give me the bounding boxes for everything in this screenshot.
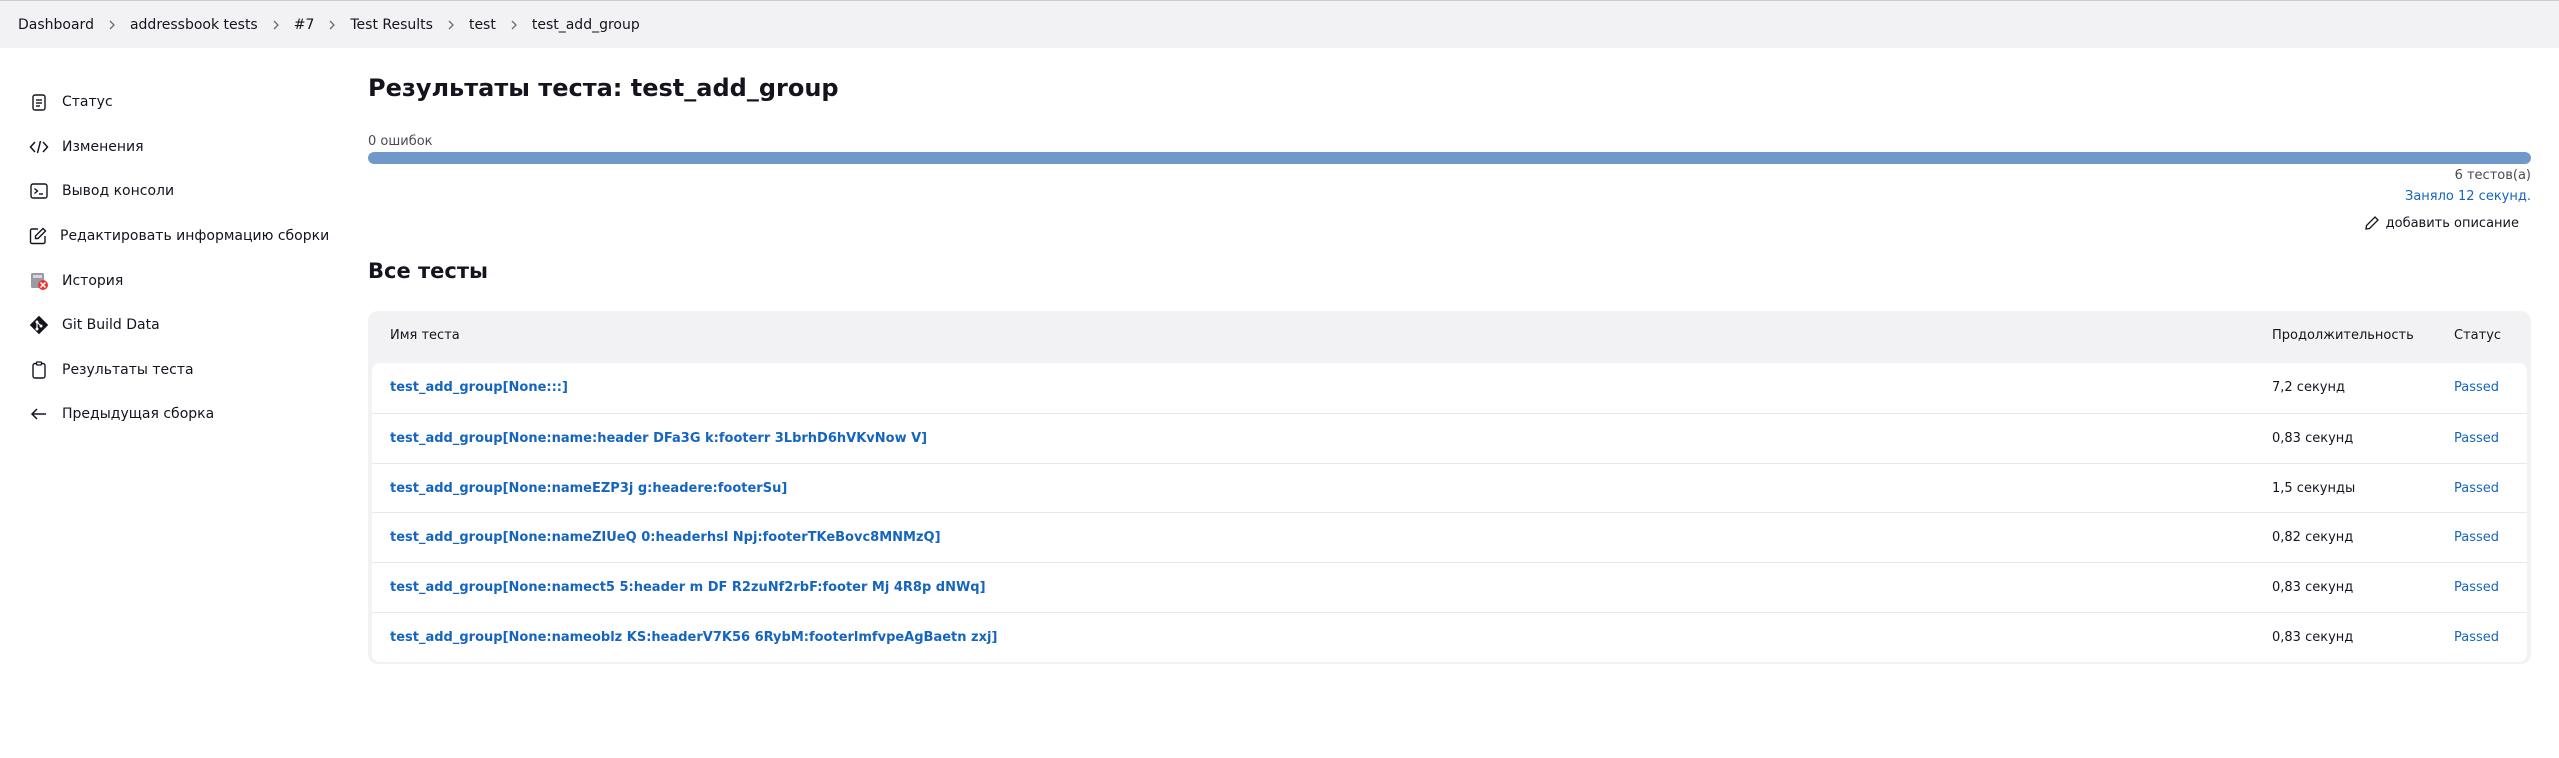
test-name-link[interactable]: test_add_group[None:nameEZP3j g:headere:… <box>390 464 787 514</box>
test-name-link[interactable]: test_add_group[None:::] <box>390 363 568 413</box>
column-header-duration[interactable]: Продолжительность <box>2272 311 2414 361</box>
sidebar-item-test-results[interactable]: Результаты теста <box>28 348 328 393</box>
test-duration: 1,5 секунды <box>2272 480 2356 496</box>
test-name-link[interactable]: test_add_group[None:nameoblz KS:headerV7… <box>390 613 997 662</box>
breadcrumb: Dashboard addressbook tests #7 Test Resu… <box>18 1 640 49</box>
test-duration: 0,82 секунд <box>2272 530 2354 546</box>
test-name-link[interactable]: test_add_group[None:nameZIUeQ 0:headerhs… <box>390 513 941 563</box>
git-icon <box>28 314 50 336</box>
test-status-link[interactable]: Passed <box>2454 414 2499 464</box>
section-title: Все тесты <box>368 259 489 283</box>
terminal-icon <box>28 180 50 202</box>
test-duration: 0,83 секунд <box>2272 430 2354 446</box>
breadcrumb-test-results[interactable]: Test Results <box>350 17 433 33</box>
breadcrumb-package[interactable]: test <box>469 17 496 33</box>
test-progress-bar <box>368 152 2531 164</box>
test-status-link[interactable]: Passed <box>2454 563 2499 613</box>
sidebar-item-label: Git Build Data <box>62 317 160 334</box>
edit-square-icon <box>28 225 48 247</box>
sidebar: Статус Изменения Вывод консоли Редактиро… <box>28 80 330 437</box>
column-header-name[interactable]: Имя теста <box>390 311 460 361</box>
test-status-link[interactable]: Passed <box>2454 513 2499 563</box>
test-status-link[interactable]: Passed <box>2454 363 2499 413</box>
table-row: test_add_group[None:name:header DFa3G k:… <box>372 412 2527 464</box>
add-description-button[interactable]: добавить описание <box>2364 215 2519 231</box>
sidebar-item-console[interactable]: Вывод консоли <box>28 169 328 214</box>
table-body: test_add_group[None:::] 7,2 секунд Passe… <box>372 363 2527 662</box>
chevron-right-icon <box>258 1 294 49</box>
table-row: test_add_group[None:nameEZP3j g:headere:… <box>372 462 2527 514</box>
duration-link[interactable]: Заняло 12 секунд. <box>2405 189 2531 204</box>
failure-count: 0 ошибок <box>368 134 433 149</box>
sidebar-item-status[interactable]: Статус <box>28 80 328 125</box>
sidebar-item-label: Редактировать информацию сборки <box>60 228 330 245</box>
sidebar-item-label: Статус <box>62 94 113 111</box>
test-duration: 0,83 секунд <box>2272 629 2354 645</box>
pencil-icon <box>2364 216 2379 230</box>
sidebar-item-label: Предыдущая сборка <box>62 406 215 423</box>
test-duration: 7,2 секунд <box>2272 380 2345 395</box>
clipboard-icon <box>28 91 50 113</box>
test-status-link[interactable]: Passed <box>2454 464 2499 514</box>
arrow-left-icon <box>28 403 50 425</box>
breadcrumb-dashboard[interactable]: Dashboard <box>18 17 94 33</box>
test-status-link[interactable]: Passed <box>2454 613 2499 662</box>
test-count: 6 тестов(а) <box>2454 168 2531 183</box>
breadcrumb-bar: Dashboard addressbook tests #7 Test Resu… <box>0 0 2559 48</box>
sidebar-item-label: Результаты теста <box>62 361 194 378</box>
sidebar-item-changes[interactable]: Изменения <box>28 125 328 170</box>
sidebar-item-history[interactable]: История <box>28 258 328 303</box>
clipboard-list-icon <box>28 359 50 381</box>
chevron-right-icon <box>94 1 130 49</box>
chevron-right-icon <box>433 1 469 49</box>
sidebar-item-label: Вывод консоли <box>62 183 175 200</box>
breadcrumb-build[interactable]: #7 <box>294 17 315 33</box>
sidebar-item-git-build-data[interactable]: Git Build Data <box>28 303 328 348</box>
sidebar-item-label: Изменения <box>62 138 144 155</box>
history-icon <box>28 270 50 292</box>
test-name-link[interactable]: test_add_group[None:name:header DFa3G k:… <box>390 414 927 464</box>
table-header: Имя теста Продолжительность Статус <box>368 311 2531 361</box>
table-row: test_add_group[None:nameZIUeQ 0:headerhs… <box>372 512 2527 562</box>
chevron-right-icon <box>314 1 350 49</box>
table-row: test_add_group[None:nameoblz KS:headerV7… <box>372 611 2527 662</box>
sidebar-item-previous-build[interactable]: Предыдущая сборка <box>28 392 328 437</box>
test-name-link[interactable]: test_add_group[None:namect5 5:header m D… <box>390 563 986 613</box>
tests-table: Имя теста Продолжительность Статус test_… <box>368 311 2531 664</box>
add-description-label: добавить описание <box>2385 215 2519 231</box>
breadcrumb-current[interactable]: test_add_group <box>532 17 640 33</box>
sidebar-item-edit-build-info[interactable]: Редактировать информацию сборки <box>28 214 330 259</box>
table-row: test_add_group[None:::] 7,2 секунд Passe… <box>372 363 2527 413</box>
page-title: Результаты теста: test_add_group <box>368 74 839 102</box>
test-duration: 0,83 секунд <box>2272 580 2354 596</box>
breadcrumb-job[interactable]: addressbook tests <box>130 17 258 33</box>
sidebar-item-label: История <box>62 272 124 289</box>
code-icon <box>28 136 50 158</box>
column-header-status[interactable]: Статус <box>2454 311 2501 361</box>
chevron-right-icon <box>496 1 532 49</box>
table-row: test_add_group[None:namect5 5:header m D… <box>372 562 2527 612</box>
test-progress-fill <box>368 152 2531 164</box>
